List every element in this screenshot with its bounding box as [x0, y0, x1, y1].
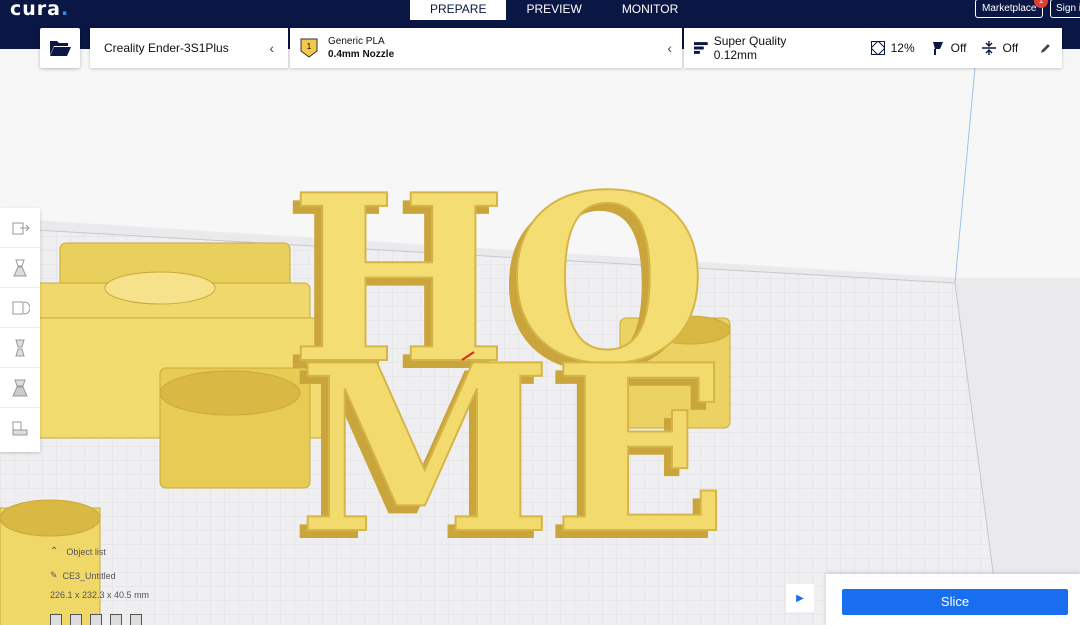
material-name: Generic PLA [328, 36, 385, 47]
tool-panel [0, 208, 40, 452]
slice-button[interactable]: Slice [842, 589, 1068, 615]
per-model-settings-button[interactable] [0, 368, 40, 408]
extruder-icon: 1 [300, 38, 318, 58]
rotate-icon [12, 301, 30, 314]
folder-open-icon [50, 41, 71, 56]
object-list-title: Object list [66, 546, 106, 557]
printer-name: Creality Ender-3S1Plus [104, 41, 229, 55]
marketplace-button[interactable]: Marketplace [975, 0, 1044, 18]
tab-monitor[interactable]: MONITOR [602, 0, 698, 20]
support-value: Off [950, 41, 967, 55]
pencil-icon[interactable]: ✎ [50, 570, 58, 581]
move-tool-button[interactable] [0, 208, 40, 248]
top-bar: cura. PREPARE PREVIEW MONITOR Marketplac… [0, 0, 1080, 20]
tab-preview[interactable]: PREVIEW [506, 0, 601, 20]
adhesion-value: Off [1002, 41, 1019, 55]
material-selector[interactable]: 1 Generic PLA 0.4mm Nozzle ‹ [290, 28, 682, 68]
infill-icon [870, 41, 885, 55]
adhesion-icon [982, 41, 997, 55]
object-list-toggle[interactable]: ⌃ Object list [50, 546, 106, 557]
3d-viewport[interactable]: HO HO ME ME [0, 68, 1080, 625]
3d-view-icon[interactable] [50, 614, 62, 625]
scale-icon [13, 259, 27, 276]
move-icon [12, 222, 30, 234]
quality-profile: Super Quality 0.12mm [713, 34, 787, 62]
top-view-icon[interactable] [90, 614, 102, 625]
mirror-tool-button[interactable] [0, 328, 40, 368]
object-list: ⌃ Object list ✎ CE3_Untitled 226.1 x 232… [50, 546, 149, 600]
chevron-left-icon: ‹ [269, 40, 274, 56]
svg-text:1: 1 [307, 42, 312, 51]
cura-logo: cura. [10, 0, 70, 20]
object-dimensions: 226.1 x 232.3 x 40.5 mm [50, 590, 150, 600]
chevron-up-icon: ⌃ [50, 546, 59, 557]
per-model-settings-icon [12, 379, 28, 396]
stage-tabs: PREPARE PREVIEW MONITOR [410, 0, 698, 20]
right-view-icon[interactable] [130, 614, 142, 625]
sign-in-button[interactable]: Sign in [1050, 0, 1080, 18]
mirror-icon [15, 339, 25, 356]
pencil-edit-icon[interactable] [1040, 42, 1052, 54]
scale-tool-button[interactable] [0, 248, 40, 288]
front-view-icon[interactable] [70, 614, 82, 625]
support-blocker-button[interactable] [0, 408, 40, 448]
support-blocker-icon [12, 421, 28, 436]
home-model: HO HO ME ME [282, 144, 729, 593]
svg-text:ME: ME [298, 315, 728, 585]
open-file-button[interactable] [40, 28, 80, 68]
chevron-left-icon: ‹ [667, 40, 672, 56]
slice-panel: Slice [826, 574, 1080, 625]
nozzle-size: 0.4mm Nozzle [328, 49, 395, 60]
infill-value: 12% [890, 41, 915, 55]
object-name: CE3_Untitled [62, 570, 116, 581]
tab-prepare[interactable]: PREPARE [410, 0, 507, 20]
left-view-icon[interactable] [110, 614, 122, 625]
camera-view-buttons [50, 614, 142, 625]
marketplace-badge: 1 [1034, 0, 1048, 8]
support-icon [932, 42, 943, 55]
printer-selector[interactable]: Creality Ender-3S1Plus ‹ [90, 28, 288, 68]
rotate-tool-button[interactable] [0, 288, 40, 328]
print-settings-panel[interactable]: Super Quality 0.12mm 12% Off Off [684, 28, 1062, 68]
quality-profile-icon [694, 42, 708, 54]
play-icon[interactable]: ▶ [786, 584, 814, 612]
